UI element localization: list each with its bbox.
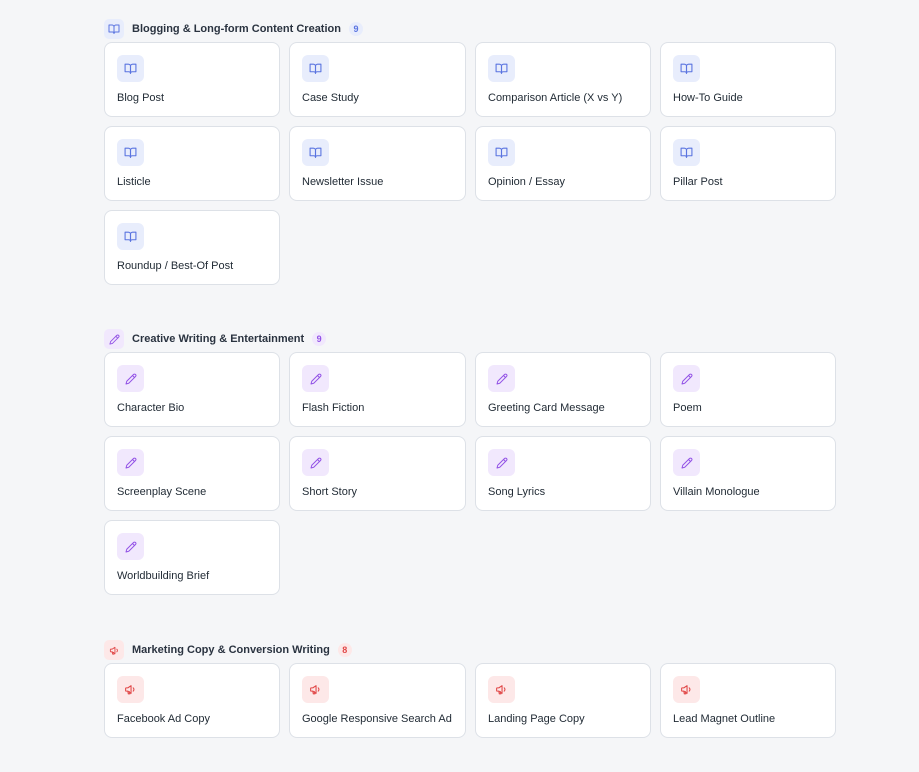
megaphone-icon [104,640,124,660]
card-label: Landing Page Copy [488,713,585,725]
section-header: Creative Writing & Entertainment 9 [104,329,836,349]
book-icon [117,223,144,250]
template-card-pillar-post[interactable]: Pillar Post [660,126,836,201]
card-label: Newsletter Issue [302,176,384,188]
section-blogging: Blogging & Long-form Content Creation 9 … [104,19,836,285]
template-card-case-study[interactable]: Case Study [289,42,466,117]
section-title: Creative Writing & Entertainment [132,333,305,345]
count-badge: 9 [312,332,327,346]
template-card-how-to-guide[interactable]: How-To Guide [660,42,836,117]
card-label: Roundup / Best-Of Post [117,260,234,272]
section-title: Blogging & Long-form Content Creation [132,23,341,35]
pencil-icon [302,449,329,476]
card-label: Lead Magnet Outline [673,713,776,725]
megaphone-icon [673,676,700,703]
book-icon [302,139,329,166]
pencil-icon [117,365,144,392]
template-card-lead-magnet-outline[interactable]: Lead Magnet Outline [660,663,836,738]
pencil-icon [488,449,515,476]
card-label: How-To Guide [673,92,743,104]
megaphone-icon [117,676,144,703]
section-marketing-copy: Marketing Copy & Conversion Writing 8 Fa… [104,640,836,738]
section-header: Marketing Copy & Conversion Writing 8 [104,640,836,660]
card-label: Comparison Article (X vs Y) [488,92,623,104]
template-card-flash-fiction[interactable]: Flash Fiction [289,352,466,427]
template-library: Blogging & Long-form Content Creation 9 … [0,0,919,772]
template-card-character-bio[interactable]: Character Bio [104,352,280,427]
card-label: Greeting Card Message [488,402,605,414]
card-label: Short Story [302,486,358,498]
section-creative-writing: Creative Writing & Entertainment 9 Chara… [104,329,836,595]
section-title: Marketing Copy & Conversion Writing [132,644,330,656]
book-icon [117,55,144,82]
template-card-screenplay-scene[interactable]: Screenplay Scene [104,436,280,511]
count-badge: 8 [337,643,352,657]
template-card-worldbuilding-brief[interactable]: Worldbuilding Brief [104,520,280,595]
card-grid: Blog Post Case Study Comparison Article … [104,42,836,285]
megaphone-icon [488,676,515,703]
template-card-song-lyrics[interactable]: Song Lyrics [475,436,651,511]
megaphone-icon [302,676,329,703]
book-icon [673,139,700,166]
section-header: Blogging & Long-form Content Creation 9 [104,19,836,39]
book-icon [488,55,515,82]
template-card-villain-monologue[interactable]: Villain Monologue [660,436,836,511]
pencil-icon [117,449,144,476]
card-label: Flash Fiction [302,402,365,414]
book-icon [488,139,515,166]
card-label: Blog Post [117,92,165,104]
template-card-short-story[interactable]: Short Story [289,436,466,511]
card-label: Case Study [302,92,359,104]
template-card-blog-post[interactable]: Blog Post [104,42,280,117]
template-card-listicle[interactable]: Listicle [104,126,280,201]
template-card-landing-page-copy[interactable]: Landing Page Copy [475,663,651,738]
book-icon [104,19,124,39]
card-label: Pillar Post [673,176,723,188]
book-icon [117,139,144,166]
pencil-icon [104,329,124,349]
template-card-comparison-article[interactable]: Comparison Article (X vs Y) [475,42,651,117]
pencil-icon [302,365,329,392]
template-card-facebook-ad-copy[interactable]: Facebook Ad Copy [104,663,280,738]
card-label: Song Lyrics [488,486,546,498]
card-label: Villain Monologue [673,486,760,498]
pencil-icon [673,449,700,476]
card-label: Character Bio [117,402,185,414]
card-label: Poem [673,402,702,414]
card-label: Facebook Ad Copy [117,713,210,725]
card-label: Google Responsive Search Ad [302,713,452,725]
pencil-icon [673,365,700,392]
template-card-opinion-essay[interactable]: Opinion / Essay [475,126,651,201]
pencil-icon [117,533,144,560]
template-card-poem[interactable]: Poem [660,352,836,427]
pencil-icon [488,365,515,392]
count-badge: 9 [348,22,363,36]
card-label: Listicle [117,176,151,188]
template-card-roundup-post[interactable]: Roundup / Best-Of Post [104,210,280,285]
book-icon [673,55,700,82]
card-label: Worldbuilding Brief [117,570,210,582]
template-card-google-responsive-search-ad[interactable]: Google Responsive Search Ad [289,663,466,738]
card-label: Screenplay Scene [117,486,207,498]
template-card-greeting-card-message[interactable]: Greeting Card Message [475,352,651,427]
card-grid: Character Bio Flash Fiction Greeting Car… [104,352,836,595]
book-icon [302,55,329,82]
template-card-newsletter-issue[interactable]: Newsletter Issue [289,126,466,201]
card-label: Opinion / Essay [488,176,566,188]
card-grid: Facebook Ad Copy Google Responsive Searc… [104,663,836,738]
